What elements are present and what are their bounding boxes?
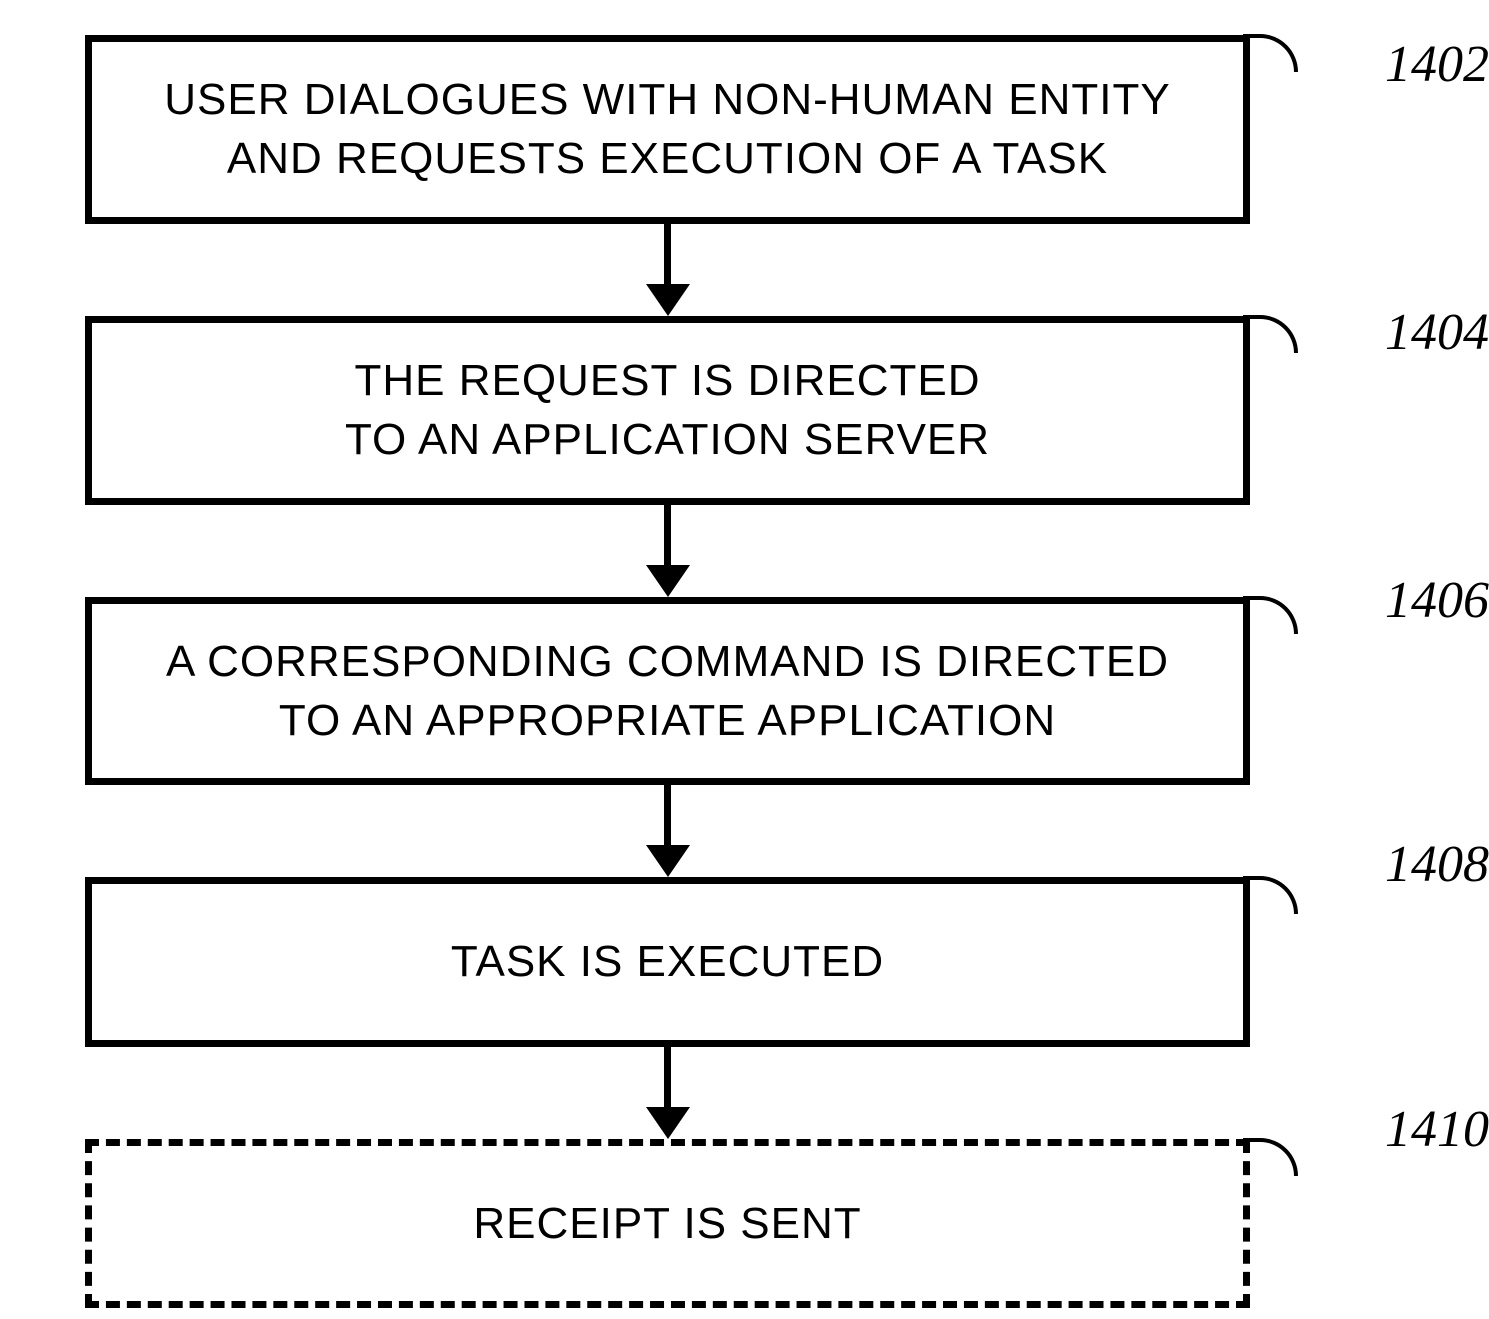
flowchart: USER DIALOGUES WITH NON-HUMAN ENTITY AND… (85, 35, 1405, 1308)
arrow-4 (85, 1047, 1250, 1139)
flow-step-5-text: RECEIPT IS SENT (473, 1194, 861, 1253)
arrow-1 (85, 224, 1250, 316)
arrow-2-line (664, 505, 671, 565)
flow-step-5: RECEIPT IS SENT (85, 1139, 1250, 1308)
leader-3 (1243, 596, 1298, 634)
flow-step-4: TASK IS EXECUTED (85, 877, 1250, 1046)
leader-1 (1243, 34, 1298, 72)
leader-2 (1243, 315, 1298, 353)
arrow-1-line (664, 224, 671, 284)
flow-step-3-text: A CORRESPONDING COMMAND IS DIRECTED TO A… (166, 632, 1169, 751)
flow-step-4-label: 1408 (1385, 835, 1489, 894)
flow-step-4-text: TASK IS EXECUTED (451, 932, 884, 991)
flow-step-1: USER DIALOGUES WITH NON-HUMAN ENTITY AND… (85, 35, 1250, 224)
flow-step-5-label: 1410 (1385, 1100, 1489, 1159)
flow-step-2-text: THE REQUEST IS DIRECTED TO AN APPLICATIO… (345, 351, 990, 470)
flow-step-3: A CORRESPONDING COMMAND IS DIRECTED TO A… (85, 597, 1250, 786)
flow-step-2: THE REQUEST IS DIRECTED TO AN APPLICATIO… (85, 316, 1250, 505)
arrow-4-head (646, 1107, 690, 1139)
arrow-4-line (664, 1047, 671, 1107)
arrow-2 (85, 505, 1250, 597)
leader-5 (1243, 1138, 1298, 1176)
flow-step-2-label: 1404 (1385, 303, 1489, 362)
flow-step-1-text: USER DIALOGUES WITH NON-HUMAN ENTITY AND… (164, 70, 1171, 189)
flow-step-3-label: 1406 (1385, 571, 1489, 630)
leader-4 (1243, 876, 1298, 914)
arrow-3-head (646, 845, 690, 877)
flow-step-1-label: 1402 (1385, 35, 1489, 94)
arrow-3-line (664, 785, 671, 845)
arrow-2-head (646, 565, 690, 597)
arrow-3 (85, 785, 1250, 877)
arrow-1-head (646, 284, 690, 316)
